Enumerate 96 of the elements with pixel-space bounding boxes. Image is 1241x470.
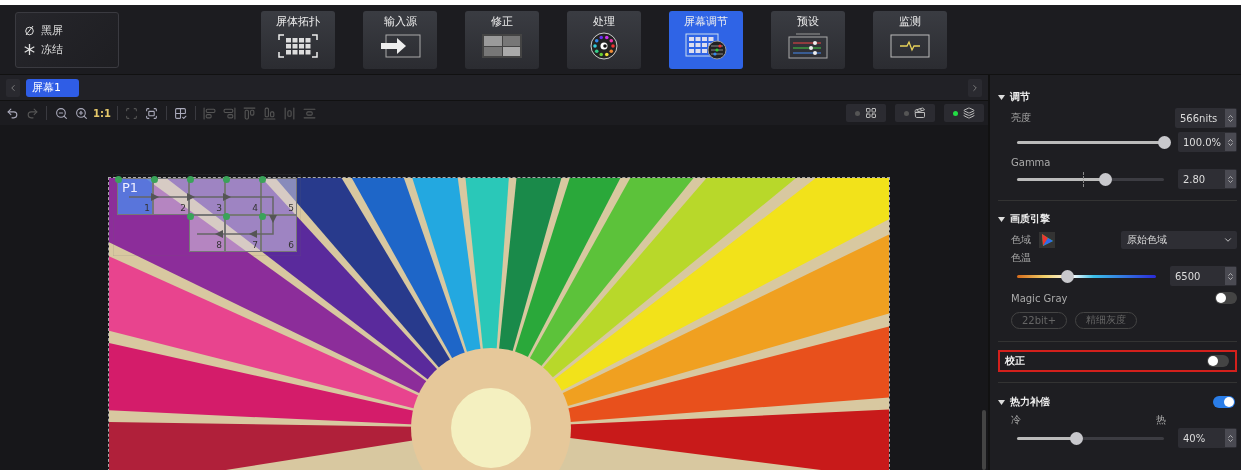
chevron-down-icon <box>1223 235 1233 245</box>
sliders-icon <box>786 31 830 60</box>
main-tab[interactable]: 屏体拓扑 <box>261 10 335 69</box>
cabinet[interactable]: 3 <box>189 178 225 215</box>
scale-label: 热 <box>1156 413 1166 427</box>
quick-action[interactable]: 黑屏 <box>24 22 118 38</box>
toggle-switch[interactable] <box>1213 396 1235 408</box>
cabinet[interactable]: P1 1 <box>117 178 153 215</box>
align-top-icon <box>243 106 257 120</box>
cabinet[interactable]: 6 <box>261 215 297 252</box>
fit-icon <box>125 106 139 120</box>
main-tab[interactable]: 监测 <box>873 10 947 69</box>
toggle-switch[interactable] <box>1207 355 1229 367</box>
distribute-icon <box>303 106 317 120</box>
blackout-icon <box>24 24 35 36</box>
scrollbar[interactable] <box>982 410 986 470</box>
align-right-icon <box>223 106 237 120</box>
number-field[interactable]: 40% <box>1177 428 1237 448</box>
main-tab[interactable]: 屏幕调节 <box>669 10 743 69</box>
port-label: P1 <box>122 180 139 195</box>
cabinet-number: 4 <box>252 203 258 213</box>
caret-icon[interactable] <box>998 398 1005 406</box>
quick-action[interactable]: 冻结 <box>24 41 118 57</box>
number-field[interactable]: 566nits <box>1175 108 1237 128</box>
distribute-icon <box>283 106 297 120</box>
cabinet-number: 6 <box>288 240 294 250</box>
main-tab[interactable]: 预设 <box>771 10 845 69</box>
cabinet-number: 8 <box>216 240 222 250</box>
main-tab[interactable]: 输入源 <box>363 10 437 69</box>
cabinet[interactable]: 4 <box>225 178 261 215</box>
tool-button[interactable] <box>73 105 89 121</box>
cabinet[interactable]: 5 <box>261 178 297 215</box>
section-title: 热力补偿 <box>1010 395 1050 409</box>
actual-size-button[interactable]: 1:1 <box>93 105 111 121</box>
spinner-icon[interactable] <box>1225 267 1236 285</box>
cabinet-number: 7 <box>252 240 258 250</box>
spinner-icon[interactable] <box>1225 170 1236 188</box>
view-toggle[interactable] <box>895 104 935 122</box>
field-label: Gamma <box>1010 157 1052 168</box>
anchor-dot <box>259 213 266 220</box>
view-toggle[interactable] <box>944 104 984 122</box>
anchor-dot <box>223 213 230 220</box>
cabinet[interactable]: 7 <box>225 215 261 252</box>
arrow-icon <box>378 31 422 60</box>
field-label: 亮度 <box>1011 111 1031 125</box>
align-bottom-icon <box>263 106 277 120</box>
number-field[interactable]: 6500 <box>1169 266 1237 286</box>
anchor-dot <box>259 176 266 183</box>
snowflake-icon <box>24 43 35 55</box>
number-field[interactable]: 2.80 <box>1177 169 1237 189</box>
spinner-icon[interactable] <box>1225 133 1236 151</box>
redo-icon <box>25 106 39 120</box>
anchor-dot <box>187 176 194 183</box>
caret-icon[interactable] <box>998 93 1005 101</box>
cabinet[interactable]: 2 <box>153 178 189 215</box>
main-tab[interactable]: 处理 <box>567 10 641 69</box>
chevron-left-icon <box>8 82 18 93</box>
cabinet-number: 5 <box>288 203 294 213</box>
anchor-dot <box>115 176 122 183</box>
split-screen-icon <box>480 31 524 60</box>
tool-button[interactable] <box>53 105 69 121</box>
field-label: Magic Gray <box>1011 292 1068 304</box>
anchor-dot <box>187 213 194 220</box>
caret-icon[interactable] <box>998 215 1005 223</box>
spinner-icon[interactable] <box>1225 429 1236 447</box>
cabinet-number: 3 <box>216 203 222 213</box>
chevron-right-icon <box>970 82 980 93</box>
section-title: 校正 <box>1005 354 1025 368</box>
spinner-icon[interactable] <box>1225 109 1236 127</box>
fullscreen-icon <box>145 106 159 120</box>
anchor-dot <box>151 176 158 183</box>
layers-icon <box>963 107 975 119</box>
gamut-icon[interactable] <box>1039 232 1055 248</box>
tool-button[interactable] <box>143 105 160 121</box>
number-field[interactable]: 100.0% <box>1177 132 1237 152</box>
gamut-select[interactable]: 原始色域 <box>1121 231 1237 249</box>
cabinet-number: 2 <box>180 203 186 213</box>
section-title: 画质引擎 <box>1010 212 1050 226</box>
undo-icon <box>5 106 19 120</box>
toggle-switch[interactable] <box>1215 292 1237 304</box>
screen-sliders-icon <box>684 31 728 60</box>
main-tab[interactable]: 修正 <box>465 10 539 69</box>
section-title: 调节 <box>1010 90 1030 104</box>
cabinet[interactable]: 8 <box>189 215 225 252</box>
screen-tab[interactable]: 屏幕1 <box>26 78 79 97</box>
align-left-icon <box>203 106 217 120</box>
cabinet-number: 1 <box>144 203 150 213</box>
field-label: 色温 <box>1010 251 1032 265</box>
scale-label: 冷 <box>1011 413 1021 427</box>
view-toggle[interactable] <box>846 104 886 122</box>
field-label: 色域 <box>1011 233 1031 247</box>
pulse-icon <box>888 31 932 60</box>
zoom-in-icon <box>74 106 88 120</box>
anchor-dot <box>223 176 230 183</box>
clapperboard-icon <box>914 107 926 119</box>
zoom-out-icon <box>54 106 68 120</box>
